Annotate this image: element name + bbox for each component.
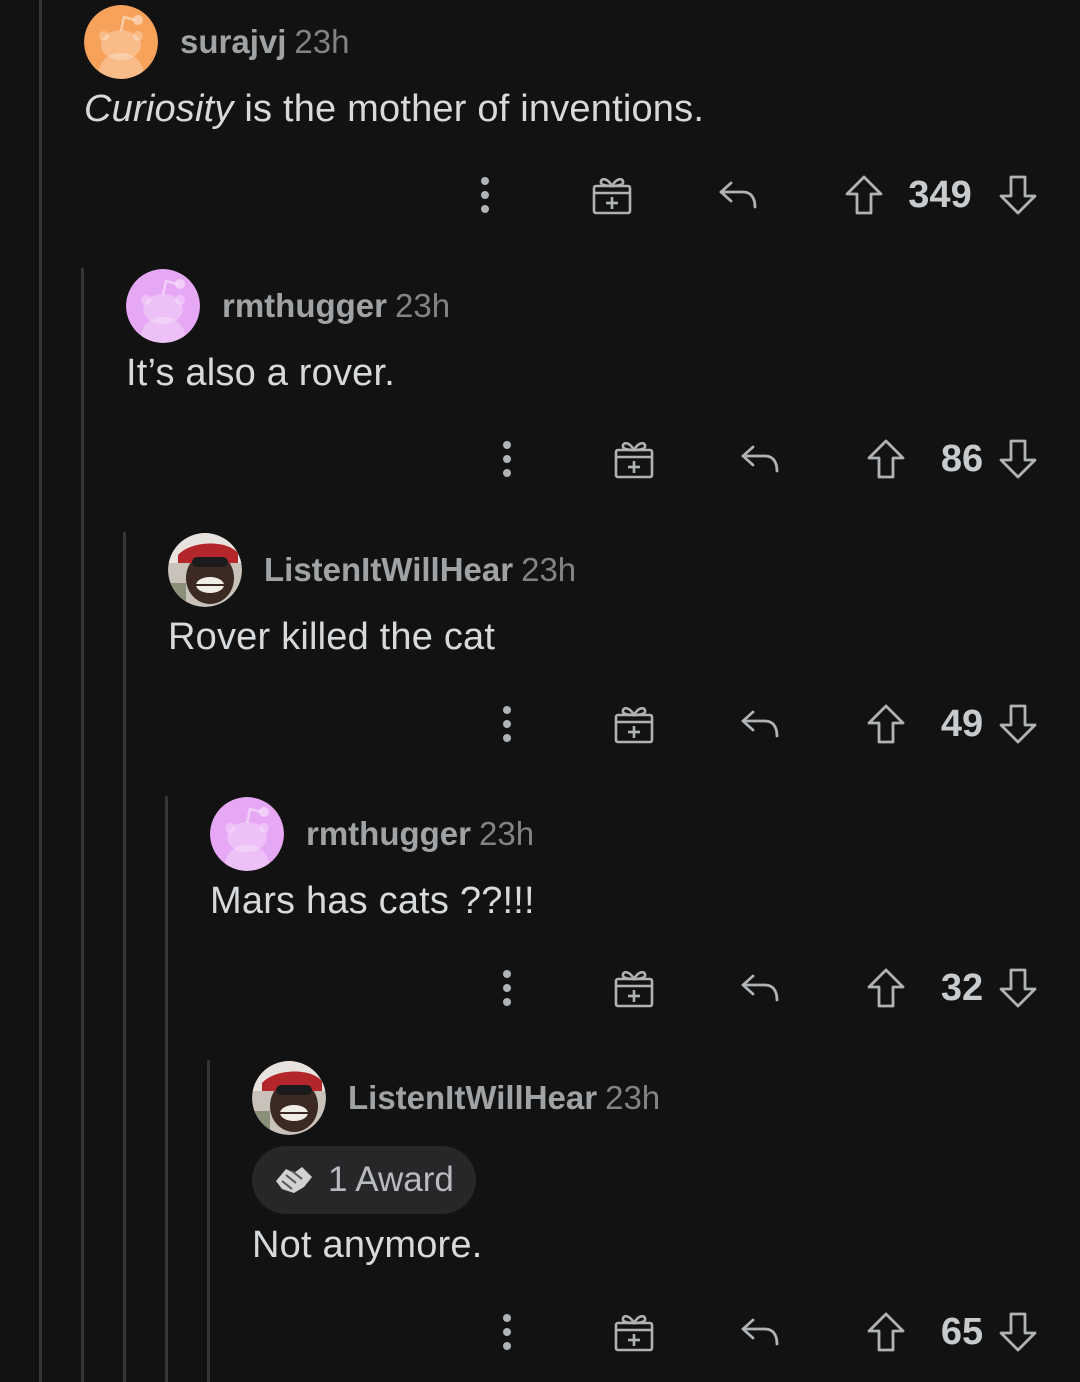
award-badge[interactable]: 1 Award: [252, 1146, 476, 1214]
avatar[interactable]: [252, 1061, 326, 1135]
reply-icon[interactable]: [734, 958, 786, 1018]
comment-body: Curiosity is the mother of inventions.: [84, 88, 704, 131]
comment-age: 23h: [521, 551, 577, 588]
award-count: 1 Award: [328, 1160, 454, 1199]
thread-line-level-3[interactable]: [165, 796, 168, 1382]
more-options-icon[interactable]: [487, 429, 527, 489]
vote-score-text: 349: [908, 173, 972, 216]
gift-award-icon[interactable]: [586, 165, 638, 225]
handshake-award-icon: [272, 1161, 316, 1199]
gift-award-icon[interactable]: [608, 1302, 660, 1362]
gift-award-icon[interactable]: [608, 694, 660, 754]
reply-icon[interactable]: [734, 1302, 786, 1362]
comment-meta: rmthugger 23h: [222, 287, 450, 325]
comment-header: ListenItWillHear 23h: [252, 1060, 660, 1136]
comment-actions: 86: [0, 429, 1080, 489]
comment-age: 23h: [395, 287, 451, 324]
username-link[interactable]: rmthugger: [222, 287, 387, 324]
comment-body-text: Rover killed the cat: [168, 616, 496, 658]
vote-score-text: 49: [940, 702, 984, 745]
comment-body: It’s also a rover.: [126, 352, 395, 395]
more-options-icon[interactable]: [465, 165, 505, 225]
more-options-icon[interactable]: [487, 694, 527, 754]
vote-score-text: 86: [940, 437, 984, 480]
avatar[interactable]: [210, 797, 284, 871]
username-link[interactable]: ListenItWillHear: [348, 1079, 597, 1116]
comment-age: 23h: [479, 815, 535, 852]
comment-actions: 32: [0, 958, 1080, 1018]
username-link[interactable]: ListenItWillHear: [264, 551, 513, 588]
comment-meta: ListenItWillHear 23h: [348, 1079, 660, 1117]
comment-actions: 349: [0, 165, 1080, 225]
thread-line-level-2[interactable]: [123, 532, 126, 1382]
comment-body: Not anymore.: [252, 1224, 483, 1267]
more-options-icon[interactable]: [487, 958, 527, 1018]
comment-body-text: Mars has cats ??!!!: [210, 880, 535, 922]
gift-award-icon[interactable]: [608, 429, 660, 489]
comment-actions: 49: [0, 694, 1080, 754]
comment-header: rmthugger 23h: [126, 268, 450, 344]
upvote-arrow-icon[interactable]: [839, 165, 889, 225]
comment-body-text: It’s also a rover.: [126, 352, 396, 394]
downvote-arrow-icon[interactable]: [993, 429, 1043, 489]
comment-header: surajvj 23h: [84, 4, 349, 80]
comment-actions: 65: [0, 1302, 1080, 1362]
comment-body-text: is the mother of inventions.: [233, 88, 705, 130]
comment-header: rmthugger 23h: [210, 796, 534, 872]
comment-body-emphasis: Curiosity: [84, 88, 234, 130]
reply-icon[interactable]: [734, 429, 786, 489]
reply-icon[interactable]: [712, 165, 764, 225]
avatar[interactable]: [168, 533, 242, 607]
avatar[interactable]: [126, 269, 200, 343]
vote-score-text: 65: [940, 1310, 984, 1353]
vote-score-text: 32: [940, 966, 984, 1009]
comment-age: 23h: [294, 23, 350, 60]
reply-icon[interactable]: [734, 694, 786, 754]
upvote-arrow-icon[interactable]: [861, 1302, 911, 1362]
avatar[interactable]: [84, 5, 158, 79]
comment-age: 23h: [605, 1079, 661, 1116]
username-link[interactable]: rmthugger: [306, 815, 471, 852]
downvote-arrow-icon[interactable]: [993, 165, 1043, 225]
upvote-arrow-icon[interactable]: [861, 694, 911, 754]
comment-body-text: Not anymore.: [252, 1224, 483, 1266]
downvote-arrow-icon[interactable]: [993, 694, 1043, 754]
comment-header: ListenItWillHear 23h: [168, 532, 576, 608]
comment-body: Rover killed the cat: [168, 616, 495, 659]
downvote-arrow-icon[interactable]: [993, 958, 1043, 1018]
upvote-arrow-icon[interactable]: [861, 958, 911, 1018]
comment-meta: surajvj 23h: [180, 23, 349, 61]
comment-body: Mars has cats ??!!!: [210, 880, 535, 923]
comment-meta: ListenItWillHear 23h: [264, 551, 576, 589]
upvote-arrow-icon[interactable]: [861, 429, 911, 489]
downvote-arrow-icon[interactable]: [993, 1302, 1043, 1362]
gift-award-icon[interactable]: [608, 958, 660, 1018]
username-link[interactable]: surajvj: [180, 23, 286, 60]
more-options-icon[interactable]: [487, 1302, 527, 1362]
comment-meta: rmthugger 23h: [306, 815, 534, 853]
vote-score: 349: [895, 165, 985, 225]
